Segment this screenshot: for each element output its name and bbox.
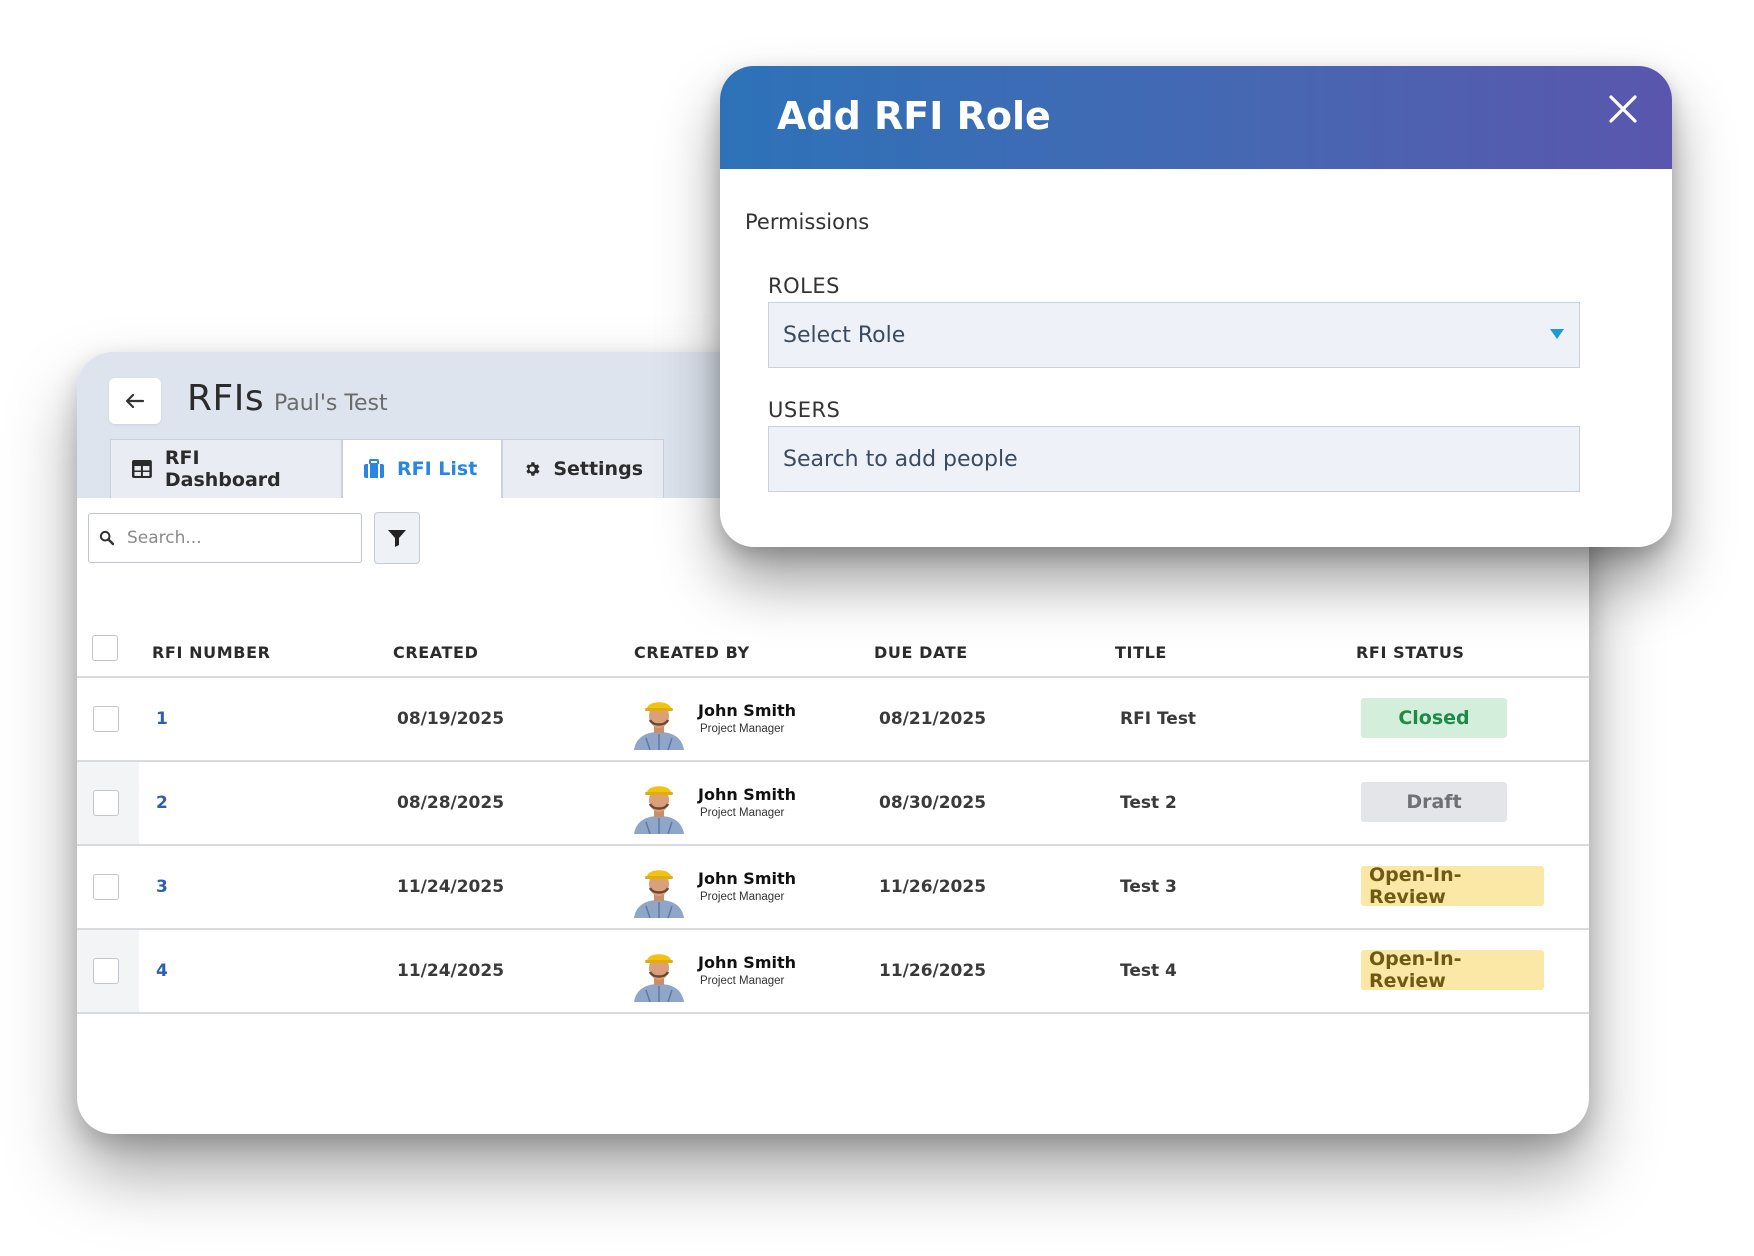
users-field bbox=[768, 426, 1580, 492]
created-date: 11/24/2025 bbox=[397, 877, 505, 897]
tab-label: Settings bbox=[553, 458, 643, 480]
rfi-title: Test 4 bbox=[1120, 961, 1177, 981]
table-row[interactable]: 2 08/28/2025 John Smith Project Manager … bbox=[77, 762, 1589, 846]
permissions-label: Permissions bbox=[745, 210, 870, 234]
column-header-due-date[interactable]: DUE DATE bbox=[874, 643, 968, 662]
column-header-created-by[interactable]: CREATED BY bbox=[634, 643, 750, 662]
row-checkbox[interactable] bbox=[93, 958, 119, 984]
filter-button[interactable] bbox=[374, 512, 420, 564]
rfi-number-link[interactable]: 2 bbox=[156, 793, 168, 813]
rfi-number-link[interactable]: 4 bbox=[156, 961, 168, 981]
tab-settings[interactable]: Settings bbox=[502, 439, 664, 498]
due-date: 08/21/2025 bbox=[879, 709, 987, 729]
close-icon[interactable] bbox=[1606, 92, 1640, 126]
add-rfi-role-modal: Add RFI Role Permissions ROLES Select Ro… bbox=[720, 66, 1672, 547]
search-box bbox=[88, 513, 362, 563]
rfi-title: Test 3 bbox=[1120, 877, 1177, 897]
due-date: 11/26/2025 bbox=[879, 961, 987, 981]
creator-name: John Smith bbox=[698, 953, 797, 972]
select-all-checkbox[interactable] bbox=[92, 635, 118, 661]
creator-name: John Smith bbox=[698, 701, 797, 720]
arrow-left-icon bbox=[125, 393, 145, 409]
roles-label: ROLES bbox=[768, 274, 840, 298]
status-badge: Draft bbox=[1361, 782, 1507, 822]
rfi-title: RFI Test bbox=[1120, 709, 1197, 729]
search-input[interactable] bbox=[125, 527, 349, 549]
column-header-rfi-status[interactable]: RFI STATUS bbox=[1356, 643, 1465, 662]
creator-role: Project Manager bbox=[700, 891, 785, 903]
gear-icon bbox=[526, 462, 540, 476]
tab-label: RFI List bbox=[397, 458, 478, 480]
created-date: 08/19/2025 bbox=[397, 709, 505, 729]
row-checkbox[interactable] bbox=[93, 874, 119, 900]
status-badge: Open-In-Review bbox=[1361, 864, 1544, 908]
rfi-number-link[interactable]: 3 bbox=[156, 877, 168, 897]
users-search-input[interactable] bbox=[783, 446, 1543, 472]
rfi-title: Test 2 bbox=[1120, 793, 1177, 813]
status-badge: Closed bbox=[1361, 698, 1507, 738]
creator-role: Project Manager bbox=[700, 723, 785, 735]
rfi-number-link[interactable]: 1 bbox=[156, 709, 168, 729]
tab-label: RFI Dashboard bbox=[164, 447, 281, 491]
table-row[interactable]: 1 08/19/2025 John Smith Project Manager … bbox=[77, 678, 1589, 762]
tab-rfi-dashboard[interactable]: RFI Dashboard bbox=[110, 439, 342, 498]
creator-name: John Smith bbox=[698, 785, 797, 804]
creator-role: Project Manager bbox=[700, 807, 785, 819]
column-header-title[interactable]: TITLE bbox=[1115, 643, 1167, 662]
users-label: USERS bbox=[768, 398, 841, 422]
avatar bbox=[634, 870, 684, 918]
row-checkbox[interactable] bbox=[93, 790, 119, 816]
modal-header: Add RFI Role bbox=[720, 66, 1672, 169]
avatar bbox=[634, 702, 684, 750]
column-header-rfi-number[interactable]: RFI NUMBER bbox=[152, 643, 271, 662]
created-date: 08/28/2025 bbox=[397, 793, 505, 813]
roles-select[interactable]: Select Role bbox=[768, 302, 1580, 368]
search-icon bbox=[99, 530, 115, 546]
table-icon bbox=[131, 460, 152, 478]
tab-rfi-list[interactable]: RFI List bbox=[342, 439, 502, 498]
due-date: 11/26/2025 bbox=[879, 877, 987, 897]
avatar bbox=[634, 786, 684, 834]
created-date: 11/24/2025 bbox=[397, 961, 505, 981]
caret-down-icon bbox=[1550, 329, 1564, 339]
project-name: Paul's Test bbox=[274, 391, 388, 416]
filter-icon bbox=[388, 530, 406, 547]
table-row[interactable]: 4 11/24/2025 John Smith Project Manager … bbox=[77, 930, 1589, 1014]
roles-select-value: Select Role bbox=[783, 322, 906, 348]
back-button[interactable] bbox=[109, 378, 161, 424]
creator-name: John Smith bbox=[698, 869, 797, 888]
avatar bbox=[634, 954, 684, 1002]
row-checkbox[interactable] bbox=[93, 706, 119, 732]
column-header-created[interactable]: CREATED bbox=[393, 643, 478, 662]
briefcase-icon bbox=[364, 459, 384, 478]
modal-title: Add RFI Role bbox=[777, 94, 1051, 138]
table-row[interactable]: 3 11/24/2025 John Smith Project Manager … bbox=[77, 846, 1589, 930]
page-title: RFIs bbox=[187, 378, 265, 419]
status-badge: Open-In-Review bbox=[1361, 948, 1544, 992]
due-date: 08/30/2025 bbox=[879, 793, 987, 813]
creator-role: Project Manager bbox=[700, 975, 785, 987]
